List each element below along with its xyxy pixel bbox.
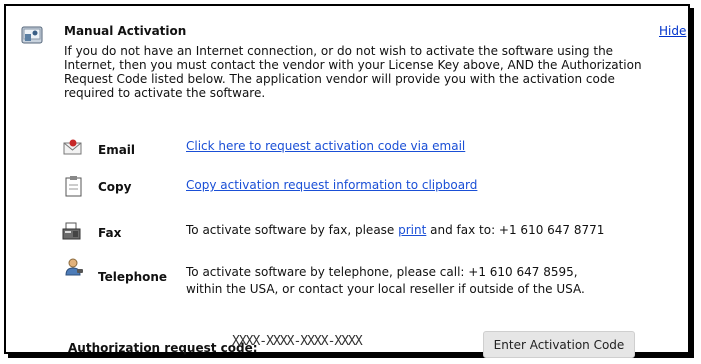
email-label: Email <box>98 143 136 157</box>
hide-link[interactable]: Hide <box>659 24 686 38</box>
fax-row-text: To activate software by fax, please prin… <box>186 222 604 239</box>
copy-row-text: Copy activation request information to c… <box>186 177 477 194</box>
telephone-label: Telephone <box>98 270 168 284</box>
telephone-line-2: within the USA, or contact your local re… <box>186 282 585 296</box>
enter-activation-code-button[interactable]: Enter Activation Code <box>483 331 635 358</box>
copy-to-clipboard-link[interactable]: Copy activation request information to c… <box>186 178 477 192</box>
computer-key-icon <box>20 22 44 46</box>
email-row-text: Click here to request activation code vi… <box>186 138 465 155</box>
panel-title: Manual Activation <box>64 24 187 38</box>
description-text: If you do not have an Internet connectio… <box>64 44 642 100</box>
fax-icon <box>61 221 83 243</box>
email-icon <box>62 137 84 159</box>
telephone-line-1: To activate software by telephone, pleas… <box>186 265 578 279</box>
telephone-row-text: To activate software by telephone, pleas… <box>186 264 585 298</box>
clipboard-icon <box>63 175 85 197</box>
telephone-user-icon <box>63 257 85 279</box>
fax-text-after: and fax to: +1 610 647 8771 <box>426 223 605 237</box>
request-email-link[interactable]: Click here to request activation code vi… <box>186 139 465 153</box>
authorization-label: Authorization request code: <box>68 341 258 355</box>
authorization-code: XXXX-XXXX-XXXX-XXXX <box>232 334 363 349</box>
fax-label: Fax <box>98 226 122 240</box>
print-link[interactable]: print <box>398 223 426 237</box>
copy-label: Copy <box>98 180 132 194</box>
fax-text-before: To activate software by fax, please <box>186 223 399 237</box>
